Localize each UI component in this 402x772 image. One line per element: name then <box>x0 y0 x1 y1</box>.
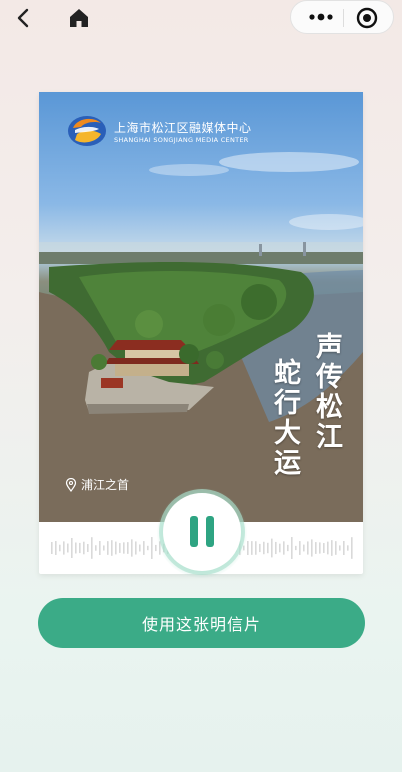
waveform-bar <box>155 544 157 552</box>
pause-icon <box>190 516 198 547</box>
target-close-icon[interactable] <box>355 6 379 30</box>
waveform-bar <box>151 537 153 559</box>
use-postcard-button[interactable]: 使用这张明信片 <box>38 598 365 648</box>
org-name-en: SHANGHAI SONGJIANG MEDIA CENTER <box>114 136 249 144</box>
waveform-bar <box>331 540 333 556</box>
waveform-bar <box>307 541 309 555</box>
waveform-bar <box>119 543 121 553</box>
waveform-bar <box>283 541 285 555</box>
waveform-bar <box>255 541 257 555</box>
waveform-bar <box>51 542 53 554</box>
waveform-bar <box>91 537 93 559</box>
waveform-bar <box>315 542 317 554</box>
waveform-bar <box>247 541 249 555</box>
waveform-bar <box>83 541 85 555</box>
more-dots-icon[interactable] <box>307 7 335 27</box>
waveform-bar <box>147 545 149 551</box>
waveform-bar <box>267 542 269 554</box>
waveform-bar <box>303 544 305 552</box>
location-pin-icon <box>65 477 77 492</box>
waveform-bar <box>87 544 89 552</box>
waveform-bar <box>63 541 65 555</box>
waveform-bar <box>103 545 105 551</box>
waveform-bar <box>271 538 273 558</box>
waveform-bar <box>351 537 353 559</box>
pause-icon-bar <box>206 516 214 547</box>
waveform-bar <box>115 541 117 555</box>
waveform-bar <box>327 541 329 555</box>
waveform-bar <box>311 539 313 557</box>
waveform-bar <box>323 543 325 553</box>
waveform-bar <box>127 542 129 554</box>
capsule-divider <box>343 9 344 27</box>
media-center-logo-icon <box>68 116 106 146</box>
org-name-cn: 上海市松江区融媒体中心 <box>114 121 252 135</box>
waveform-bar <box>319 542 321 554</box>
waveform-bar <box>259 543 261 553</box>
waveform-bar <box>79 542 81 554</box>
waveform-bar <box>295 545 297 551</box>
waveform-bar <box>343 541 345 555</box>
postcard-title-column-1: 声传松江 <box>311 332 342 452</box>
waveform-bar <box>135 541 137 555</box>
waveform-bar <box>291 537 293 559</box>
waveform-bar <box>263 541 265 555</box>
waveform-bar <box>347 545 349 551</box>
waveform-bar <box>99 541 101 555</box>
top-navigation-bar <box>0 0 402 34</box>
landscape-scene <box>39 152 363 522</box>
waveform-bar <box>131 539 133 557</box>
waveform-bar <box>339 545 341 551</box>
waveform-bar <box>111 540 113 556</box>
waveform-bar <box>55 541 57 555</box>
postcard-title-column-2: 蛇行大运 <box>269 358 300 478</box>
home-icon[interactable] <box>67 6 91 30</box>
location-text: 浦江之首 <box>81 478 130 492</box>
pause-button[interactable] <box>163 493 241 571</box>
waveform-bar <box>123 542 125 554</box>
waveform-bar <box>335 541 337 555</box>
waveform-bar <box>139 544 141 552</box>
waveform-bar <box>299 541 301 555</box>
waveform-bar <box>143 541 145 555</box>
postcard-photo: 上海市松江区融媒体中心 SHANGHAI SONGJIANG MEDIA CEN… <box>39 92 363 522</box>
waveform-bar <box>279 543 281 553</box>
waveform-bar <box>75 542 77 554</box>
waveform-bar <box>251 541 253 555</box>
waveform-bar <box>287 544 289 552</box>
waveform-bar <box>59 544 61 552</box>
location-label: 浦江之首 <box>65 476 129 493</box>
waveform-bar <box>71 538 73 558</box>
waveform-bar <box>95 545 97 551</box>
waveform-bar <box>107 541 109 555</box>
mini-program-capsule <box>290 0 394 34</box>
waveform-bar <box>275 541 277 555</box>
chevron-left-icon[interactable] <box>12 6 36 30</box>
waveform-bar <box>67 543 69 553</box>
